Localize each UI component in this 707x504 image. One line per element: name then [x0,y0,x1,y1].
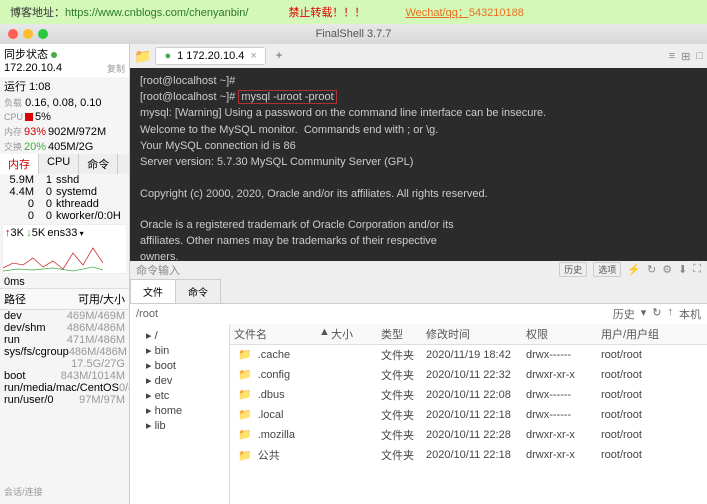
tab-mem[interactable]: 内存 [0,154,39,174]
close-tab-icon[interactable]: × [250,50,256,62]
history-link[interactable]: 历史 [613,306,635,322]
expand-icon[interactable]: ⛶ [693,263,701,276]
status-dot-icon [51,52,57,58]
list-view-icon[interactable]: ≡ [669,50,675,63]
tree-item[interactable]: ▸ / [134,328,225,343]
folder-icon[interactable]: 📁 [134,48,151,65]
file-tree[interactable]: ▸ /▸ bin▸ boot▸ dev▸ etc▸ home▸ lib [130,324,230,504]
add-tab-button[interactable]: + [270,50,288,62]
terminal[interactable]: [root@localhost ~]# [root@localhost ~]# … [130,68,707,261]
refresh-icon[interactable]: ↻ [652,306,661,322]
tree-item[interactable]: ▸ boot [134,358,225,373]
tree-item[interactable]: ▸ etc [134,388,225,403]
blog-link[interactable]: https://www.cnblogs.com/chenyanbin/ [65,7,248,19]
file-row[interactable]: 📁.cache文件夹2020/11/19 18:42drwx------root… [230,345,707,365]
app-title: FinalShell 3.7.7 [316,28,392,40]
tab-files[interactable]: 文件 [130,279,176,303]
top-banner: 博客地址：https://www.cnblogs.com/chenyanbin/… [0,0,707,24]
maximize-icon[interactable] [38,29,48,39]
minimize-icon[interactable] [23,29,33,39]
tab-commands[interactable]: 命令 [175,279,221,303]
history-button[interactable]: 历史 [559,262,587,277]
file-row[interactable]: 📁.dbus文件夹2020/10/11 22:08drwx------root/… [230,385,707,405]
session-tabbar: 📁 ●1 172.20.10.4× + ≡ ⊞ □ [130,44,707,68]
upload-icon[interactable]: ↑ [668,306,674,322]
file-row[interactable]: 📁.config文件夹2020/10/11 22:32drwxr-xr-xroo… [230,365,707,385]
refresh-icon[interactable]: ↻ [647,263,656,276]
tab-cmd[interactable]: 命令 [79,154,118,174]
tree-item[interactable]: ▸ dev [134,373,225,388]
gear-icon[interactable]: ⚙ [662,263,672,276]
sidebar: 同步状态 172.20.10.4复制 运行 1:08 负载 0.16, 0.08… [0,44,130,504]
single-view-icon[interactable]: □ [696,50,703,63]
breadcrumb: /root 历史▾ ↻ ↑ 本机 [130,304,707,324]
window-titlebar: FinalShell 3.7.7 [0,24,707,44]
network-graph: ↑3K ↓5K ens33 ▾ [2,224,127,274]
download-icon[interactable]: ⬇ [678,263,687,276]
file-row[interactable]: 📁.local文件夹2020/10/11 22:18drwx------root… [230,405,707,425]
tab-cpu[interactable]: CPU [39,154,79,174]
tree-item[interactable]: ▸ home [134,403,225,418]
tree-item[interactable]: ▸ bin [134,343,225,358]
tree-item[interactable]: ▸ lib [134,418,225,433]
lightning-icon[interactable]: ⚡ [627,263,641,276]
close-icon[interactable] [8,29,18,39]
grid-view-icon[interactable]: ⊞ [681,50,690,63]
file-row[interactable]: 📁公共文件夹2020/10/11 22:18drwxr-xr-xroot/roo… [230,445,707,465]
copy-button[interactable]: 复制 [107,62,125,75]
options-button[interactable]: 选项 [593,262,621,277]
session-tab[interactable]: ●1 172.20.10.4× [155,47,265,65]
terminal-footer: 命令输入 历史 选项 ⚡ ↻ ⚙ ⬇ ⛶ [130,261,707,279]
file-row[interactable]: 📁.mozilla文件夹2020/10/11 22:28drwxr-xr-xro… [230,425,707,445]
